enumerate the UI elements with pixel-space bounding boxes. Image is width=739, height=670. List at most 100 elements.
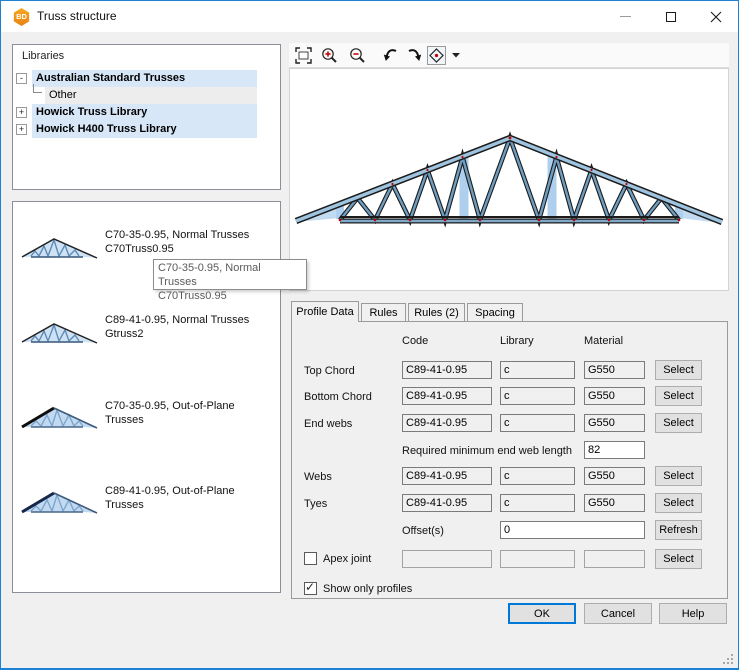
- close-icon: [710, 11, 722, 23]
- chevron-down-icon: [452, 53, 460, 58]
- truss-thumbnail-icon: [19, 485, 101, 517]
- rotate-cw-button[interactable]: [404, 46, 423, 65]
- row-label-top-chord: Top Chord: [304, 362, 355, 380]
- maximize-button[interactable]: [648, 1, 693, 32]
- end-webs-select-button[interactable]: Select: [655, 413, 702, 433]
- tyes-material-field[interactable]: [584, 494, 645, 512]
- zoom-in-button[interactable]: [320, 46, 339, 65]
- libraries-panel: Libraries - Australian Standard Trusses …: [12, 44, 281, 190]
- apex-library-field[interactable]: [500, 550, 575, 568]
- minimize-icon: [620, 16, 631, 17]
- apex-code-field[interactable]: [402, 550, 492, 568]
- end-webs-code-field[interactable]: [402, 414, 492, 432]
- dialog-body: Libraries - Australian Standard Trusses …: [1, 32, 738, 669]
- tyes-code-field[interactable]: [402, 494, 492, 512]
- zoom-in-icon: [321, 47, 338, 64]
- apex-material-field[interactable]: [584, 550, 645, 568]
- cancel-button[interactable]: Cancel: [584, 603, 652, 624]
- req-min-end-web-label: Required minimum end web length: [402, 442, 572, 460]
- list-item-label[interactable]: C70-35-0.95, Normal Trusses C70Truss0.95: [105, 228, 249, 256]
- bottom-chord-material-field[interactable]: [584, 387, 645, 405]
- fit-view-button[interactable]: [294, 46, 313, 65]
- title-bar[interactable]: BD Truss structure: [1, 1, 738, 32]
- row-label-bottom-chord: Bottom Chord: [304, 388, 372, 406]
- collapse-icon[interactable]: -: [16, 73, 27, 84]
- bottom-chord-code-field[interactable]: [402, 387, 492, 405]
- zoom-out-button[interactable]: [348, 46, 367, 65]
- webs-library-field[interactable]: [500, 467, 575, 485]
- row-label-end-webs: End webs: [304, 415, 352, 433]
- top-chord-code-field[interactable]: [402, 361, 492, 379]
- list-item[interactable]: C89-41-0.95, Normal Trusses Gtruss2: [13, 307, 280, 367]
- bottom-chord-select-button[interactable]: Select: [655, 386, 702, 406]
- list-item-label[interactable]: C89-41-0.95, Normal Trusses Gtruss2: [105, 313, 249, 341]
- webs-select-button[interactable]: Select: [655, 466, 702, 486]
- bottom-chord-library-field[interactable]: [500, 387, 575, 405]
- dialog-truss-structure: BD Truss structure Libraries - Australia…: [0, 0, 739, 670]
- toolbar-dropdown-button[interactable]: [449, 46, 463, 65]
- rotate-cw-icon: [405, 47, 422, 64]
- apex-select-button[interactable]: Select: [655, 549, 702, 569]
- tab-spacing[interactable]: Spacing: [467, 303, 523, 321]
- list-item[interactable]: C70-35-0.95, Out-of-Plane Trusses: [13, 392, 280, 452]
- webs-material-field[interactable]: [584, 467, 645, 485]
- maximize-icon: [666, 12, 676, 22]
- tree-connector: [33, 84, 42, 93]
- apex-joint-checkbox[interactable]: ✓: [304, 552, 317, 565]
- offsets-input[interactable]: [500, 521, 645, 539]
- window-title: Truss structure: [37, 9, 117, 23]
- help-button[interactable]: Help: [659, 603, 727, 624]
- ok-button[interactable]: OK: [508, 603, 576, 624]
- tree-item-australian-standard-trusses[interactable]: - Australian Standard Trusses: [13, 70, 280, 87]
- tyes-library-field[interactable]: [500, 494, 575, 512]
- truss-thumbnail-icon: [19, 232, 101, 262]
- list-item-label[interactable]: C89-41-0.95, Out-of-Plane Trusses: [105, 484, 235, 512]
- apex-joint-label: Apex joint: [323, 550, 371, 568]
- offsets-label: Offset(s): [402, 522, 444, 540]
- truss-preview-canvas[interactable]: [289, 68, 729, 291]
- end-webs-material-field[interactable]: [584, 414, 645, 432]
- req-min-end-web-input[interactable]: [584, 441, 645, 459]
- top-chord-material-field[interactable]: [584, 361, 645, 379]
- pan-icon: [428, 47, 445, 64]
- expand-icon[interactable]: +: [16, 124, 27, 135]
- row-label-webs: Webs: [304, 468, 332, 486]
- refresh-button[interactable]: Refresh: [655, 520, 702, 540]
- close-button[interactable]: [693, 1, 738, 32]
- tyes-select-button[interactable]: Select: [655, 493, 702, 513]
- show-only-profiles-label: Show only profiles: [323, 580, 412, 598]
- rotate-ccw-icon: [383, 47, 400, 64]
- tooltip: C70-35-0.95, Normal Trusses C70Truss0.95: [153, 259, 307, 290]
- truss-thumbnail-icon: [19, 400, 101, 432]
- zoom-out-icon: [349, 47, 366, 64]
- end-webs-library-field[interactable]: [500, 414, 575, 432]
- webs-code-field[interactable]: [402, 467, 492, 485]
- tab-rules-2[interactable]: Rules (2): [408, 303, 465, 321]
- rotate-ccw-button[interactable]: [382, 46, 401, 65]
- fit-view-icon: [295, 47, 312, 64]
- top-chord-select-button[interactable]: Select: [655, 360, 702, 380]
- truss-thumbnail-icon: [19, 317, 101, 347]
- app-icon: BD: [13, 8, 30, 26]
- resize-grip[interactable]: [722, 653, 734, 665]
- preview-toolbar: [289, 43, 729, 68]
- pan-button[interactable]: [427, 46, 446, 65]
- libraries-header: Libraries: [22, 50, 64, 62]
- tree-item-other[interactable]: Other: [13, 87, 280, 104]
- expand-icon[interactable]: +: [16, 107, 27, 118]
- profile-data-pane: Code Library Material Top Chord Select B…: [291, 321, 728, 599]
- list-item[interactable]: C89-41-0.95, Out-of-Plane Trusses: [13, 477, 280, 537]
- top-chord-library-field[interactable]: [500, 361, 575, 379]
- column-header-code: Code: [402, 332, 428, 350]
- tree-item-howick-truss-library[interactable]: + Howick Truss Library: [13, 104, 280, 121]
- tab-profile-data[interactable]: Profile Data: [291, 301, 359, 322]
- tree-item-howick-h400-truss-library[interactable]: + Howick H400 Truss Library: [13, 121, 280, 138]
- show-only-profiles-checkbox[interactable]: ✓: [304, 582, 317, 595]
- column-header-material: Material: [584, 332, 623, 350]
- minimize-button[interactable]: [603, 1, 648, 32]
- tab-rules[interactable]: Rules: [361, 303, 406, 321]
- column-header-library: Library: [500, 332, 534, 350]
- truss-drawing: [290, 69, 728, 290]
- row-label-tyes: Tyes: [304, 495, 327, 513]
- list-item-label[interactable]: C70-35-0.95, Out-of-Plane Trusses: [105, 399, 235, 427]
